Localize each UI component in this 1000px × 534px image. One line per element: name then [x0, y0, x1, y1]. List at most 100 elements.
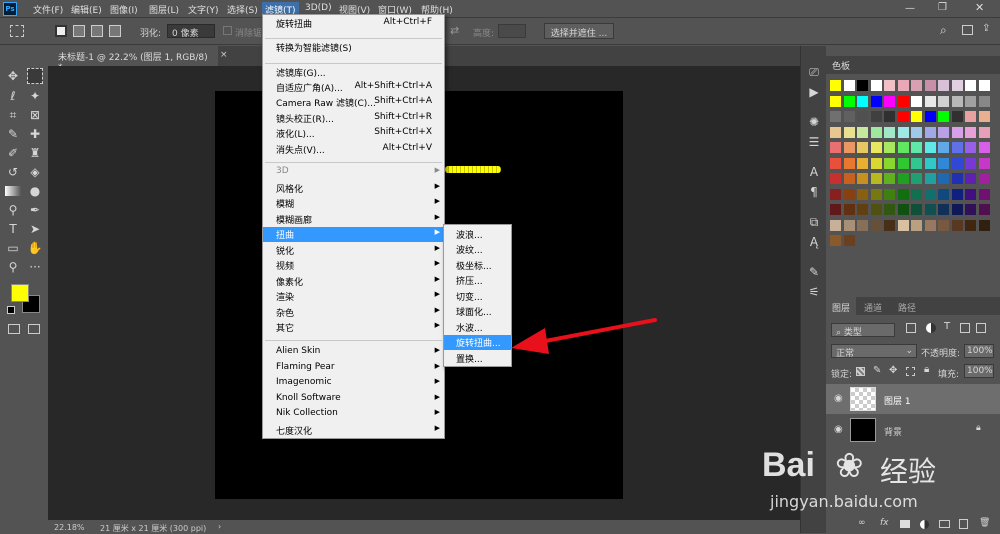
brush-tool-icon[interactable]: ✐	[5, 145, 21, 161]
color-swatch[interactable]	[843, 235, 855, 246]
color-swatch[interactable]	[965, 204, 976, 215]
add-selection-icon[interactable]	[73, 25, 85, 37]
color-swatch[interactable]	[884, 80, 895, 91]
restore-button[interactable]: ❐	[938, 2, 950, 13]
color-swatch[interactable]	[870, 219, 882, 231]
submenu-item-zigzag[interactable]: 水波...	[444, 320, 511, 335]
color-swatch[interactable]	[965, 126, 976, 138]
color-swatch[interactable]	[924, 80, 936, 91]
dodge-tool-icon[interactable]: ⚲	[5, 202, 21, 218]
color-swatch[interactable]	[843, 95, 855, 107]
fill-input[interactable]: 100%	[964, 364, 994, 378]
swatches-grid[interactable]	[830, 80, 998, 300]
color-swatch[interactable]	[951, 111, 963, 122]
gradient-tool-icon[interactable]	[5, 186, 21, 196]
color-swatch[interactable]	[951, 204, 963, 215]
clone-source-icon[interactable]: ⧉	[806, 214, 822, 230]
submenu-item-displace[interactable]: 置换...	[444, 351, 511, 366]
pen-tool-icon[interactable]: ✒	[27, 202, 43, 218]
color-swatch[interactable]	[965, 80, 976, 91]
menu-3d[interactable]: 3D(D)	[302, 2, 335, 14]
color-swatch[interactable]	[843, 126, 855, 138]
color-swatch[interactable]	[897, 95, 909, 107]
color-swatch[interactable]	[938, 157, 949, 169]
color-swatch[interactable]	[830, 188, 841, 200]
color-swatch[interactable]	[884, 157, 895, 169]
play-actions-icon[interactable]: ▶	[806, 84, 822, 100]
menu-image[interactable]: 图像(I)	[107, 2, 141, 17]
color-swatch[interactable]	[978, 204, 990, 215]
tab-channels[interactable]: 通道	[864, 301, 882, 314]
color-swatch[interactable]	[938, 142, 949, 153]
menu-item-lens-correction[interactable]: 镜头校正(R)... Shift+Ctrl+R	[263, 111, 444, 126]
opacity-input[interactable]: 100%	[964, 344, 994, 358]
color-swatch[interactable]	[965, 142, 976, 153]
more-tools-icon[interactable]: ···	[27, 259, 43, 275]
foreground-color-swatch[interactable]	[11, 284, 29, 302]
color-swatch[interactable]	[951, 95, 963, 107]
hand-tool-icon[interactable]: ✋	[27, 240, 43, 256]
zoom-tool-icon[interactable]: ⚲	[5, 259, 21, 275]
color-swatch[interactable]	[870, 142, 882, 153]
color-swatch[interactable]	[884, 173, 895, 184]
search-icon[interactable]: ⌕	[940, 23, 947, 38]
color-swatch[interactable]	[938, 204, 949, 215]
color-swatch[interactable]	[843, 173, 855, 184]
color-swatch[interactable]	[843, 111, 855, 122]
submenu-item-ripple[interactable]: 波纹...	[444, 242, 511, 257]
adjustment-filter-icon[interactable]	[926, 323, 936, 333]
eye-icon[interactable]: ◉	[834, 393, 843, 404]
color-swatch[interactable]	[884, 188, 895, 200]
smart-object-filter-icon[interactable]	[976, 323, 986, 333]
lock-position-icon[interactable]: ✥	[889, 365, 897, 376]
color-swatch[interactable]	[857, 111, 868, 122]
color-swatch[interactable]	[897, 173, 909, 184]
color-swatch[interactable]	[965, 173, 976, 184]
layer-filter-select[interactable]: ⌕ 类型	[831, 323, 895, 338]
color-swatch[interactable]	[951, 157, 963, 169]
color-swatch[interactable]	[897, 157, 909, 169]
color-swatch[interactable]	[911, 157, 922, 169]
color-swatch[interactable]	[911, 219, 922, 231]
color-swatch[interactable]	[870, 157, 882, 169]
tab-close-icon[interactable]: ×	[220, 50, 228, 60]
color-swatch[interactable]	[938, 111, 949, 122]
menu-item-pixelate[interactable]: 像素化 ▶	[263, 274, 444, 289]
color-swatch[interactable]	[924, 95, 936, 107]
color-swatch[interactable]	[870, 95, 882, 107]
color-swatch[interactable]	[978, 126, 990, 138]
move-tool-icon[interactable]: ✥	[5, 68, 21, 84]
color-swatch[interactable]	[843, 219, 855, 231]
status-arrow-icon[interactable]: ›	[218, 522, 221, 531]
crop-tool-icon[interactable]: ⌗	[5, 107, 21, 123]
color-swatch[interactable]	[830, 173, 841, 184]
zoom-level[interactable]: 22.18%	[54, 523, 85, 532]
marquee-tool-icon[interactable]	[27, 68, 43, 84]
color-swatch[interactable]	[870, 188, 882, 200]
color-swatch[interactable]	[897, 142, 909, 153]
menu-edit[interactable]: 编辑(E)	[68, 2, 105, 17]
submenu-item-polar-coordinates[interactable]: 极坐标...	[444, 258, 511, 273]
type-tool-icon[interactable]: T	[5, 221, 21, 237]
color-swatch[interactable]	[843, 204, 855, 215]
color-swatch[interactable]	[924, 126, 936, 138]
color-swatch[interactable]	[870, 173, 882, 184]
menu-item-camera-raw[interactable]: Camera Raw 滤镜(C)... Shift+Ctrl+A	[263, 95, 444, 110]
menu-item-render[interactable]: 渲染 ▶	[263, 289, 444, 304]
type-filter-icon[interactable]: T	[944, 321, 950, 332]
menu-item-nik-collection[interactable]: Nik Collection ▶	[263, 407, 444, 422]
eraser-tool-icon[interactable]: ◈	[27, 164, 43, 180]
history-brush-tool-icon[interactable]: ↺	[5, 164, 21, 180]
select-and-mask-button[interactable]: 选择并遮住 ...	[544, 23, 614, 39]
color-swatch[interactable]	[938, 219, 949, 231]
close-button[interactable]: ✕	[975, 1, 987, 14]
history-panel-icon[interactable]: ⎚	[806, 64, 822, 80]
lock-artboard-icon[interactable]	[906, 367, 915, 376]
menu-item-flaming-pear[interactable]: Flaming Pear ▶	[263, 361, 444, 376]
menu-item-imagenomic[interactable]: Imagenomic ▶	[263, 376, 444, 391]
color-swatch[interactable]	[897, 80, 909, 91]
layer-row[interactable]: ◉ 图层 1	[826, 384, 1000, 414]
brush-settings-icon[interactable]: ⚟	[806, 284, 822, 300]
color-swatch[interactable]	[857, 204, 868, 215]
color-swatch[interactable]	[951, 219, 963, 231]
